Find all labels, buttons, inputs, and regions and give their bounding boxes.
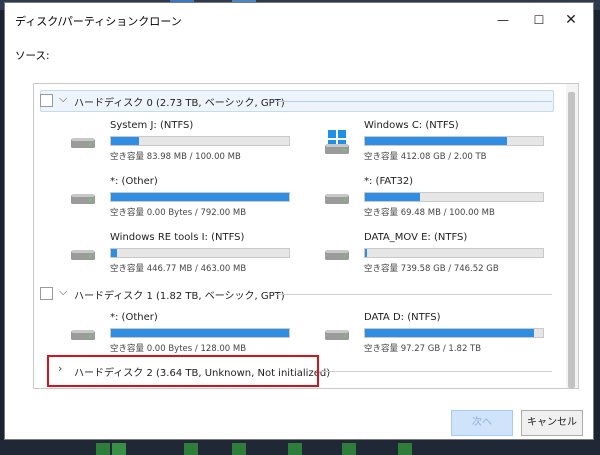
partition-item[interactable]: DATA D: (NTFS) 空き容量 97.27 GB / 1.82 TB — [324, 312, 544, 358]
disk-row-0[interactable]: ⌵ ハードディスク 0 (2.73 TB, ベーシック, GPT) — [40, 90, 554, 112]
drive-icon — [325, 250, 349, 260]
disk-divider — [318, 371, 552, 372]
usage-fill — [111, 249, 118, 257]
cancel-button[interactable]: キャンセル — [521, 410, 583, 436]
drive-icon — [71, 250, 95, 260]
close-icon[interactable]: ✕ — [557, 10, 585, 30]
usage-fill — [111, 329, 289, 337]
partition-item[interactable]: DATA_MOV E: (NTFS) 空き容量 739.58 GB / 746.… — [324, 232, 544, 278]
taskbar-app-icon[interactable] — [232, 443, 246, 455]
disk-list-panel: ⌵ ハードディスク 0 (2.73 TB, ベーシック, GPT) System… — [33, 83, 579, 389]
disk-clone-dialog: ディスク/パーティションクローン — ☐ ✕ ソース: ⌵ ハードディスク 0 … — [4, 2, 594, 440]
partition-usage-bar — [110, 192, 290, 202]
drive-icon — [325, 194, 349, 204]
partition-usage-bar — [364, 248, 544, 258]
maximize-icon[interactable]: ☐ — [525, 10, 553, 30]
usage-fill — [365, 249, 367, 257]
highlight-annotation-box — [47, 355, 319, 387]
partition-item[interactable]: *: (Other) 空き容量 0.00 Bytes / 792.00 MB — [70, 176, 290, 222]
drive-icon — [71, 138, 95, 148]
partition-usage-bar — [364, 136, 544, 146]
disk-divider — [276, 101, 552, 102]
partition-free-space: 空き容量 412.08 GB / 2.00 TB — [364, 152, 487, 162]
taskbar-strip — [0, 440, 600, 455]
partition-item[interactable]: *: (FAT32) 空き容量 69.48 MB / 100.00 MB — [324, 176, 544, 222]
partition-item[interactable]: *: (Other) 空き容量 0.00 Bytes / 128.00 MB — [70, 312, 290, 358]
disk-row-1[interactable]: ⌵ ハードディスク 1 (1.82 TB, ベーシック, GPT) — [40, 283, 554, 305]
window-title: ディスク/パーティションクローン — [15, 15, 182, 28]
partition-usage-bar — [110, 328, 290, 338]
usage-fill — [365, 137, 508, 145]
taskbar-app-icon[interactable] — [398, 443, 412, 455]
partition-name: DATA_MOV E: (NTFS) — [364, 232, 468, 243]
partition-name: Windows C: (NTFS) — [364, 120, 459, 131]
disk-divider — [276, 294, 552, 295]
disk-0-checkbox[interactable] — [40, 94, 53, 107]
partition-free-space: 空き容量 446.77 MB / 463.00 MB — [110, 264, 247, 274]
taskbar-app-icon[interactable] — [288, 443, 302, 455]
partition-usage-bar — [110, 136, 290, 146]
source-label: ソース: — [15, 50, 50, 62]
taskbar-app-icon[interactable] — [96, 443, 110, 455]
partition-usage-bar — [110, 248, 290, 258]
partition-free-space: 空き容量 97.27 GB / 1.82 TB — [364, 344, 482, 354]
scrollbar[interactable] — [566, 84, 578, 388]
partition-name: DATA D: (NTFS) — [364, 312, 441, 323]
partition-name: Windows RE tools I: (NTFS) — [110, 232, 245, 243]
usage-fill — [111, 137, 140, 145]
partition-free-space: 空き容量 0.00 Bytes / 792.00 MB — [110, 208, 247, 218]
partition-usage-bar — [364, 192, 544, 202]
taskbar-app-icon[interactable] — [342, 443, 356, 455]
partition-name: *: (Other) — [110, 312, 158, 323]
partition-item[interactable]: Windows C: (NTFS) 空き容量 412.08 GB / 2.00 … — [324, 120, 544, 166]
partition-free-space: 空き容量 0.00 Bytes / 128.00 MB — [110, 344, 247, 354]
partition-item[interactable]: System J: (NTFS) 空き容量 83.98 MB / 100.00 … — [70, 120, 290, 166]
partition-free-space: 空き容量 83.98 MB / 100.00 MB — [110, 152, 241, 162]
partition-item[interactable]: Windows RE tools I: (NTFS) 空き容量 446.77 M… — [70, 232, 290, 278]
minimize-icon[interactable]: — — [489, 10, 517, 30]
drive-icon — [325, 330, 349, 340]
scrollbar-thumb[interactable] — [568, 92, 575, 388]
partition-name: *: (Other) — [110, 176, 158, 187]
drive-icon — [71, 194, 95, 204]
usage-fill — [111, 193, 289, 201]
disk-1-checkbox[interactable] — [40, 287, 53, 300]
disk-1-label: ハードディスク 1 (1.82 TB, ベーシック, GPT) — [74, 291, 285, 302]
taskbar-app-icon[interactable] — [184, 443, 198, 455]
partition-free-space: 空き容量 739.58 GB / 746.52 GB — [364, 264, 499, 274]
next-button[interactable]: 次へ — [451, 410, 513, 436]
title-bar: ディスク/パーティションクローン — ☐ ✕ — [5, 3, 593, 37]
partition-free-space: 空き容量 69.48 MB / 100.00 MB — [364, 208, 495, 218]
usage-fill — [365, 193, 421, 201]
usage-fill — [365, 329, 535, 337]
drive-icon — [325, 144, 349, 154]
partition-name: *: (FAT32) — [364, 176, 414, 187]
taskbar-app-icon[interactable] — [112, 443, 126, 455]
drive-icon — [71, 330, 95, 340]
chevron-down-icon[interactable]: ⌵ — [59, 92, 67, 106]
chevron-down-icon[interactable]: ⌵ — [59, 285, 67, 299]
disk-0-label: ハードディスク 0 (2.73 TB, ベーシック, GPT) — [74, 98, 285, 109]
partition-name: System J: (NTFS) — [110, 120, 194, 131]
partition-usage-bar — [364, 328, 544, 338]
